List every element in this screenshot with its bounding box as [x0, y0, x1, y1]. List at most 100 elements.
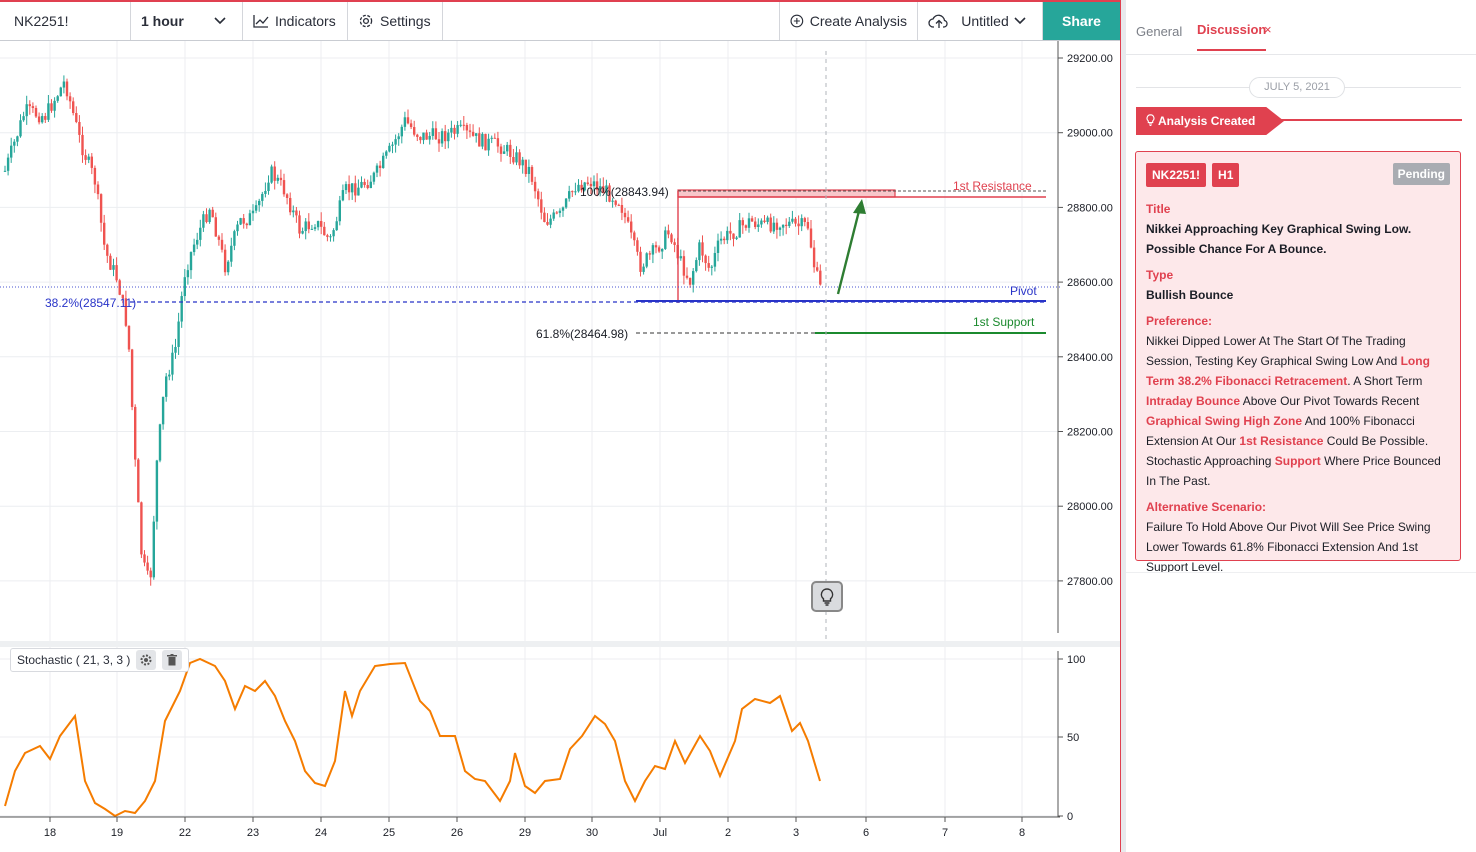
- candle-body: [137, 459, 140, 503]
- candle-body: [382, 155, 385, 169]
- candle-body: [819, 270, 822, 285]
- candle-body: [227, 261, 230, 273]
- candle-body: [360, 181, 363, 188]
- candle-body: [326, 235, 329, 237]
- candle-body: [75, 113, 78, 122]
- layout-save-dropdown[interactable]: Untitled: [918, 2, 1043, 40]
- candle-body: [307, 221, 310, 230]
- candle-body: [648, 253, 651, 255]
- candle-body: [431, 128, 434, 136]
- candle-body: [149, 570, 152, 578]
- candle-body: [378, 165, 382, 169]
- candle-body: [409, 123, 413, 128]
- candle-body: [130, 349, 134, 407]
- preference-text: Nikkei Dipped Lower At The Start Of The …: [1146, 331, 1450, 491]
- candle-body: [78, 121, 81, 135]
- analysis-created-tag: Analysis Created: [1136, 107, 1284, 135]
- candle-body: [673, 242, 676, 245]
- candle-body: [716, 240, 720, 253]
- candle-body: [258, 200, 261, 206]
- candle-body: [471, 131, 475, 136]
- candle-body: [310, 228, 314, 230]
- indicators-button[interactable]: Indicators: [243, 2, 348, 40]
- chart-area[interactable]: 100%(28843.94) 1st Resistance Pivot 38.2…: [0, 41, 1120, 852]
- candle-body: [543, 212, 546, 222]
- settings-button[interactable]: Settings: [348, 2, 443, 40]
- analysis-panel: General Discussion × JULY 5, 2021 Analys…: [1126, 0, 1476, 852]
- candle-body: [760, 220, 763, 225]
- candle-body: [738, 220, 741, 238]
- candle-body: [109, 255, 112, 270]
- candle-body: [354, 183, 357, 196]
- candle-body: [723, 238, 726, 241]
- candle-body: [453, 127, 456, 134]
- time-tick-label: 3: [793, 827, 799, 839]
- card-tags: NK2251! H1 Pending: [1146, 163, 1450, 187]
- time-tick-label: 7: [942, 827, 948, 839]
- candle-body: [242, 218, 245, 224]
- candle-body: [741, 220, 744, 226]
- candle-body: [202, 214, 205, 228]
- indicator-delete-button[interactable]: [162, 650, 183, 670]
- time-tick-label: 25: [383, 827, 395, 839]
- stochastic-legend[interactable]: Stochastic ( 21, 3, 3 ): [10, 648, 190, 672]
- candle-body: [750, 218, 754, 222]
- candle-body: [732, 233, 735, 239]
- candle-body: [499, 146, 503, 154]
- candle-body: [323, 226, 326, 236]
- candle-body: [93, 167, 97, 185]
- candle-body: [223, 249, 227, 273]
- share-button[interactable]: Share: [1043, 2, 1120, 40]
- price-tick-label: 28800.00: [1067, 202, 1113, 214]
- candle-body: [713, 252, 717, 267]
- price-axis[interactable]: 29200.00 29000.00 28800.00 28600.00 28400.00…: [1058, 53, 1113, 588]
- candle-body: [816, 267, 819, 271]
- indicator-settings-button[interactable]: [136, 650, 157, 670]
- candle-body: [692, 271, 695, 285]
- candle-body: [586, 182, 589, 184]
- candle-body: [298, 215, 301, 234]
- price-tick-label: 27800.00: [1067, 576, 1113, 588]
- candle-body: [450, 127, 453, 133]
- candle-body: [664, 230, 667, 249]
- time-axis[interactable]: 18 19 22 23 24 25 26 29 30 Jul 2 3 6 7 8: [44, 817, 1025, 839]
- candle-body: [747, 218, 751, 228]
- symbol-search-button[interactable]: NK2251!: [0, 2, 131, 40]
- stochastic-axis[interactable]: 100 50 0: [1058, 654, 1085, 823]
- candle-body: [719, 238, 723, 241]
- candle-body: [533, 181, 537, 192]
- candle-body: [372, 172, 376, 182]
- candle-body: [304, 221, 307, 232]
- tab-discussion[interactable]: Discussion: [1197, 22, 1267, 51]
- close-tab-icon[interactable]: ×: [1264, 22, 1272, 37]
- candle-body: [698, 242, 701, 261]
- candle-body: [530, 166, 534, 182]
- timeframe-tag[interactable]: H1: [1212, 163, 1240, 187]
- symbol-tag[interactable]: NK2251!: [1146, 163, 1207, 187]
- candle-body: [155, 460, 159, 522]
- candle-body: [512, 157, 515, 163]
- chevron-down-icon: [1014, 17, 1026, 25]
- analysis-marker-button[interactable]: [811, 581, 843, 612]
- candle-body: [428, 135, 431, 140]
- candle-body: [462, 124, 465, 126]
- candle-body: [425, 132, 428, 140]
- price-chart[interactable]: 100%(28843.94) 1st Resistance Pivot 38.2…: [0, 41, 1120, 852]
- pane-separator[interactable]: [0, 641, 1120, 647]
- candle-body: [388, 145, 391, 152]
- create-analysis-button[interactable]: Create Analysis: [780, 2, 918, 40]
- candle-body: [633, 232, 636, 241]
- candle-body: [391, 144, 394, 146]
- candle-body: [41, 116, 44, 123]
- candle-body: [701, 242, 704, 256]
- fib-618-label: 61.8%(28464.98): [536, 327, 628, 341]
- projection-arrow[interactable]: [836, 206, 862, 295]
- candle-body: [413, 127, 416, 135]
- tab-general[interactable]: General: [1136, 24, 1182, 39]
- analysis-card: NK2251! H1 Pending Title Nikkei Approach…: [1135, 151, 1461, 574]
- candle-body: [270, 166, 273, 183]
- interval-dropdown[interactable]: 1 hour: [131, 2, 243, 40]
- candle-body: [196, 239, 199, 245]
- candle-body: [688, 277, 692, 285]
- candle-body: [341, 190, 345, 201]
